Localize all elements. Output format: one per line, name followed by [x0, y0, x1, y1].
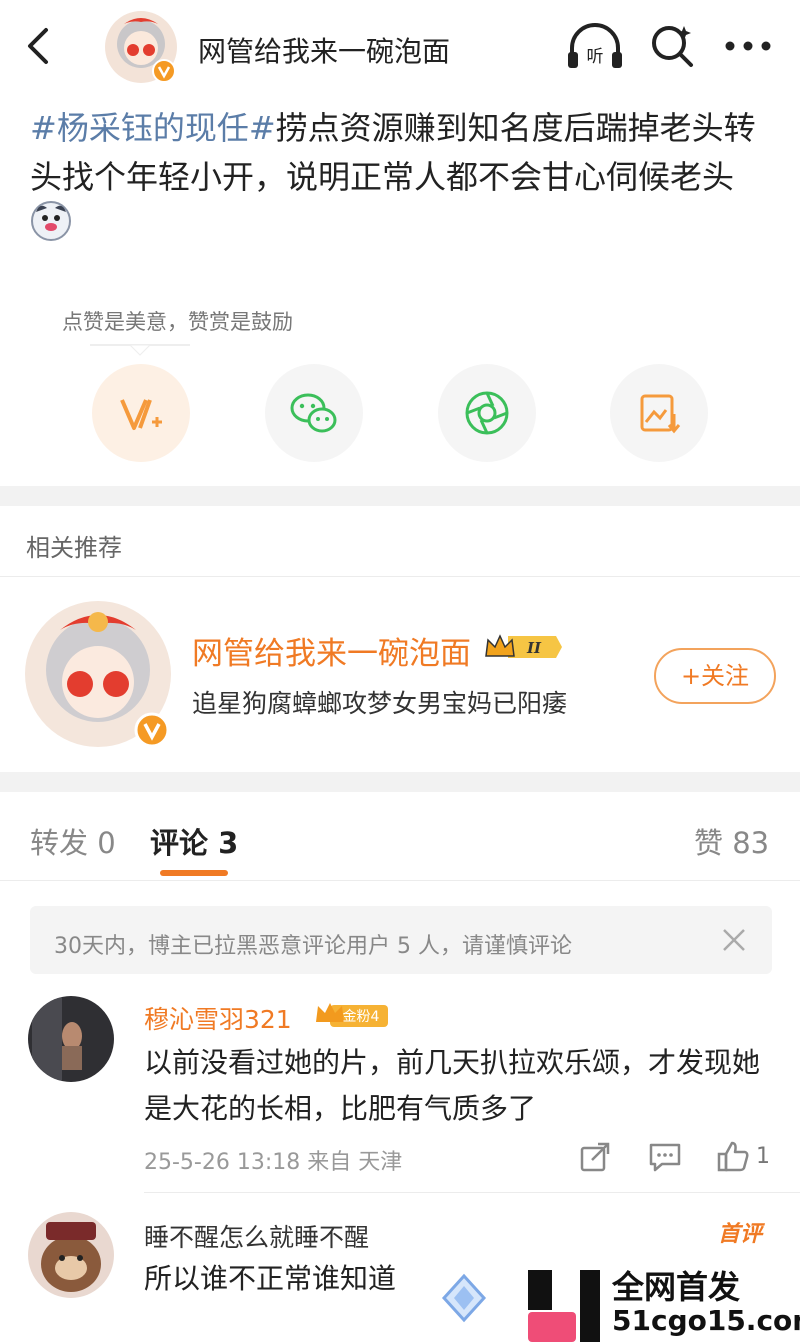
post-text: #杨采钰的现任#捞点资源赚到知名度后踹掉老头转头找个年轻小开，说明正常人都不会甘…	[30, 104, 770, 202]
tab-likes[interactable]: 赞 83	[694, 820, 769, 862]
watermark-url: 51cgo15.com	[612, 1304, 800, 1337]
topic-hashtag-link[interactable]: #杨采钰的现任#	[30, 109, 276, 147]
tip-pointer	[90, 344, 190, 356]
section-divider	[0, 772, 800, 792]
dog-emoji-icon	[31, 201, 71, 241]
reward-button[interactable]	[92, 364, 190, 462]
tab-repost[interactable]: 转发 0	[30, 820, 116, 862]
moments-icon	[465, 391, 509, 435]
vip-crown-icon: II	[485, 634, 562, 658]
comment-text: 以前没看过她的片，前几天扒拉欢乐颂，才发现她是大花的长相，比肥有气质多了	[144, 1046, 761, 1125]
close-icon[interactable]	[720, 926, 748, 954]
reply-icon[interactable]	[648, 1140, 682, 1174]
diamond-icon	[441, 1273, 487, 1323]
active-tab-indicator	[160, 870, 228, 876]
blocked-users-notice: 30天内，博主已拉黑恶意评论用户 5 人，请谨慎评论	[30, 906, 772, 974]
author-avatar[interactable]	[104, 10, 178, 84]
first-comment-badge: 首评	[718, 1222, 763, 1247]
search-icon[interactable]	[648, 22, 696, 70]
wechat-icon	[290, 393, 337, 433]
save-image-button[interactable]	[610, 364, 708, 462]
section-divider	[0, 486, 800, 506]
save-image-icon	[640, 394, 681, 434]
reward-tip-text: 点赞是美意，赞赏是鼓励	[62, 310, 293, 334]
related-section-title: 相关推荐	[26, 534, 122, 562]
notice-text: 30天内，博主已拉黑恶意评论用户 5 人，请谨慎评论	[54, 934, 572, 959]
divider-line	[144, 1192, 800, 1193]
back-arrow-icon[interactable]	[20, 24, 56, 68]
comment-text: 所以谁不正常谁知道	[144, 1262, 397, 1295]
like-icon[interactable]	[716, 1140, 750, 1174]
reward-icon	[120, 399, 162, 430]
related-user-description: 追星狗腐蟑螂攻梦女男宝妈已阳痿	[192, 689, 568, 718]
more-options-icon[interactable]	[722, 30, 774, 62]
crown-level: II	[526, 639, 542, 657]
commenter-avatar[interactable]	[28, 1212, 114, 1298]
related-user-avatar[interactable]	[24, 600, 172, 748]
commenter-avatar[interactable]	[28, 996, 114, 1082]
top-nav-bar: 网管给我来一碗泡面 听	[0, 0, 800, 95]
watermark-text: 全网首发	[612, 1268, 741, 1306]
comment-meta: 25-5-26 13:18 来自 天津	[144, 1150, 403, 1175]
follow-button[interactable]: +关注	[654, 648, 776, 704]
listen-icon[interactable]: 听	[566, 22, 624, 72]
divider-line	[0, 880, 800, 881]
fan-badge-label: 金粉4	[343, 1009, 380, 1025]
watermark-logo	[528, 1270, 600, 1342]
svg-text:听: 听	[587, 47, 604, 67]
author-name-title[interactable]: 网管给我来一碗泡面	[198, 30, 450, 70]
commenter-name[interactable]: 穆沁雪羽321	[144, 1000, 292, 1036]
fan-level-badge: 金粉4	[316, 1003, 388, 1027]
share-moments-button[interactable]	[438, 364, 536, 462]
share-wechat-button[interactable]	[265, 364, 363, 462]
divider-line	[0, 576, 800, 577]
tab-comments[interactable]: 评论 3	[150, 820, 238, 862]
like-count: 1	[756, 1144, 770, 1169]
commenter-name[interactable]: 睡不醒怎么就睡不醒	[144, 1218, 369, 1254]
repost-icon[interactable]	[578, 1140, 612, 1174]
post-detail-page: 网管给我来一碗泡面 听 #杨采钰的现任#捞点资源赚到知名度后踹掉老头转头找个年轻…	[0, 0, 800, 1344]
related-user-name[interactable]: 网管给我来一碗泡面	[192, 628, 471, 673]
